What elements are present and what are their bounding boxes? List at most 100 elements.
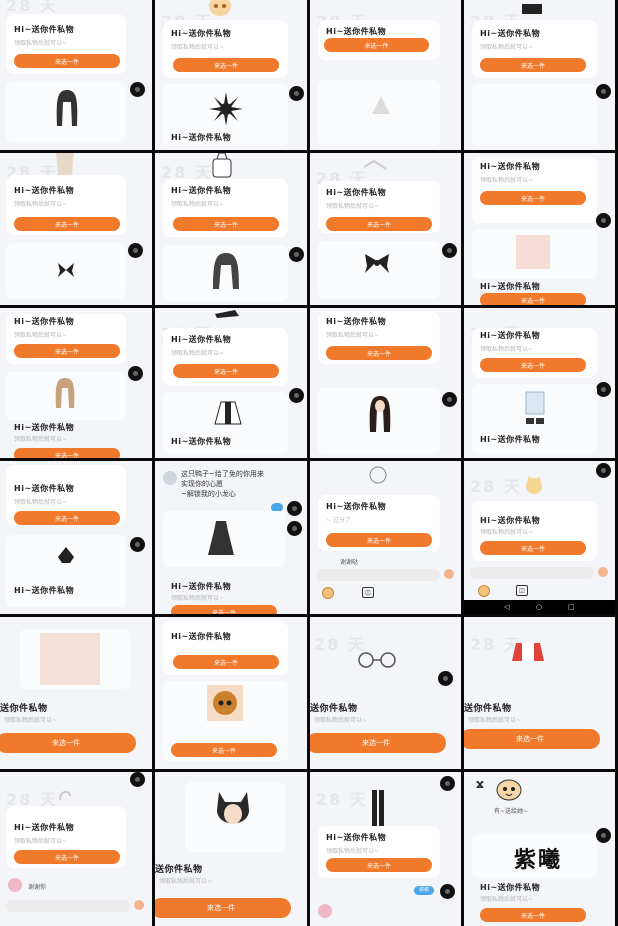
chat-input[interactable] bbox=[470, 567, 594, 579]
item-preview bbox=[472, 229, 597, 279]
home-icon[interactable]: ○ bbox=[536, 603, 542, 611]
tile-r4c1: Hi~送你件私物 来选一件 来选一件 bbox=[155, 617, 307, 769]
music-disc-icon[interactable] bbox=[596, 213, 611, 228]
send-icon[interactable] bbox=[598, 567, 608, 577]
item-preview: Hi~送你件私物 bbox=[472, 384, 597, 454]
item-preview bbox=[6, 372, 126, 420]
send-icon[interactable] bbox=[134, 900, 144, 910]
face-avatar-icon bbox=[207, 685, 243, 721]
choose-button[interactable]: 来选一件 bbox=[173, 58, 279, 72]
choose-button[interactable]: 来选一件 bbox=[173, 217, 279, 231]
choose-button[interactable]: 来选一件 bbox=[14, 511, 120, 525]
choose-button[interactable]: 来选一件 bbox=[480, 293, 586, 305]
butterfly-item-icon bbox=[58, 263, 74, 277]
music-disc-icon[interactable] bbox=[596, 828, 611, 843]
outfit-item-icon bbox=[525, 391, 545, 424]
choose-button[interactable]: 来选一件 bbox=[14, 217, 120, 231]
item-preview bbox=[163, 245, 288, 301]
item-preview bbox=[163, 511, 285, 567]
screenshot-collage: 28 天 Hi~送你件私物 领取私物后就可以~ 来选一件 28 天 Hi~送你件… bbox=[0, 0, 618, 926]
choose-button[interactable]: 来选一件 bbox=[14, 448, 120, 458]
card-subtitle: 领取私物后就可以~ bbox=[171, 595, 225, 602]
choose-button[interactable]: 来选一件 bbox=[480, 908, 586, 922]
music-disc-icon[interactable] bbox=[440, 776, 455, 791]
music-disc-icon[interactable] bbox=[130, 82, 145, 97]
card-subtitle: 领取私物后就可以~ bbox=[14, 40, 68, 47]
music-disc-icon[interactable] bbox=[130, 772, 145, 787]
tile-r2c0: 28 天 Hi~送你件私物 领取私物后就可以~ 来选一件 Hi~送你件私物 领取… bbox=[0, 308, 152, 458]
choose-button[interactable]: 来选一件 bbox=[324, 38, 429, 52]
card-subtitle: 领取私物后就可以~ bbox=[480, 896, 534, 903]
choose-button[interactable]: 来选一件 bbox=[171, 605, 277, 614]
item-preview bbox=[20, 629, 130, 689]
music-disc-icon[interactable] bbox=[289, 388, 304, 403]
android-nav-bar: ◁ ○ □ bbox=[464, 600, 615, 614]
recent-apps-icon[interactable]: □ bbox=[568, 603, 575, 611]
choose-button[interactable]: 来选一件 bbox=[0, 733, 136, 753]
back-icon[interactable]: ◁ bbox=[504, 603, 509, 611]
emoji-icon[interactable] bbox=[478, 585, 490, 597]
music-disc-icon[interactable] bbox=[438, 671, 453, 686]
choose-button[interactable]: 来选一件 bbox=[326, 217, 432, 231]
tile-r2c3: 28 天 Hi~送你件私物 领取私物后就可以~ 来选一件 Hi~送你件私物 bbox=[464, 308, 615, 458]
choose-button[interactable]: 来选一件 bbox=[464, 729, 600, 749]
choose-button[interactable]: 来选一件 bbox=[480, 358, 586, 372]
music-disc-icon[interactable] bbox=[440, 884, 455, 899]
music-disc-icon[interactable] bbox=[128, 366, 143, 381]
gift-card: Hi~送你件私物 领取私物后就可以~ 来选一件 bbox=[6, 14, 126, 74]
card-subtitle: 领取私物后就可以~ bbox=[480, 177, 534, 184]
gift-card: Hi~送你件私物 领取私物后就可以~ 来选一件 bbox=[163, 179, 288, 237]
tile-r4c3: 28 天 送你件私物 领取私物后就可以~ 来选一件 bbox=[464, 617, 615, 769]
choose-button[interactable]: 来选一件 bbox=[310, 733, 446, 753]
music-disc-icon[interactable] bbox=[289, 86, 304, 101]
choose-button[interactable]: 来选一件 bbox=[14, 344, 120, 358]
choose-button[interactable]: 来选一件 bbox=[326, 858, 432, 872]
music-disc-icon[interactable] bbox=[128, 243, 143, 258]
card-title: Hi~送你件私物 bbox=[326, 502, 387, 511]
card-subtitle: ~ 过分了 bbox=[326, 517, 351, 524]
image-icon[interactable]: ◫ bbox=[516, 585, 528, 596]
choose-button[interactable]: 来选一件 bbox=[480, 541, 586, 555]
item-preview bbox=[185, 782, 285, 852]
item-preview bbox=[472, 84, 597, 146]
message-line-1: 这只鸭子~给了免的你用来 bbox=[181, 470, 264, 478]
choose-button[interactable]: 来选一件 bbox=[326, 346, 432, 360]
choose-button[interactable]: 来选一件 bbox=[171, 743, 277, 757]
choose-button[interactable]: 来选一件 bbox=[14, 850, 120, 864]
gift-card: Hi~送你件私物 领取私物后就可以~ 来选一件 bbox=[318, 312, 440, 364]
gift-card: Hi~送你件私物 领取私物后就可以~ 来选一件 bbox=[6, 175, 126, 235]
music-disc-icon[interactable] bbox=[287, 501, 302, 516]
music-disc-icon[interactable] bbox=[130, 537, 145, 552]
music-disc-icon[interactable] bbox=[596, 463, 611, 478]
choose-button[interactable]: 来选一件 bbox=[173, 655, 279, 669]
tile-r3c1: 这只鸭子~给了免的你用来 实现你的心愿 ~解锁我的小龙心 Hi~送你件私物 领取… bbox=[155, 461, 307, 614]
music-disc-icon[interactable] bbox=[442, 243, 457, 258]
chat-input[interactable] bbox=[6, 900, 130, 912]
music-disc-icon[interactable] bbox=[287, 521, 302, 536]
card-title: 送你件私物 bbox=[464, 704, 512, 714]
hat-item-icon bbox=[58, 547, 74, 563]
choose-button[interactable]: 来选一件 bbox=[480, 58, 586, 72]
send-icon[interactable] bbox=[444, 569, 454, 579]
choose-button[interactable]: 来选一件 bbox=[155, 898, 291, 918]
chat-input[interactable] bbox=[316, 569, 440, 581]
gift-card: Hi~送你件私物 领取私物后就可以~ 来选一件 bbox=[318, 181, 440, 233]
music-disc-icon[interactable] bbox=[289, 247, 304, 262]
music-disc-icon[interactable] bbox=[596, 84, 611, 99]
music-disc-icon[interactable] bbox=[442, 392, 457, 407]
puppy-face-icon bbox=[496, 779, 522, 801]
choose-button[interactable]: 来选一件 bbox=[173, 364, 279, 378]
emoji-icon[interactable] bbox=[322, 587, 334, 599]
hair-item-icon bbox=[56, 153, 74, 175]
choose-button[interactable]: 来选一件 bbox=[480, 191, 586, 205]
accessory-item-icon bbox=[363, 159, 387, 170]
choose-button[interactable]: 来选一件 bbox=[326, 533, 432, 547]
tile-r0c2: 28 天 Hi~送你件私物 领取私物后就可以~ 来选一件 bbox=[310, 0, 461, 150]
choose-button[interactable]: 来选一件 bbox=[14, 54, 120, 68]
item-preview bbox=[318, 241, 440, 299]
music-disc-icon[interactable] bbox=[596, 382, 611, 397]
image-icon[interactable]: ◫ bbox=[362, 587, 374, 598]
tile-r1c1: 28 天 Hi~送你件私物 领取私物后就可以~ 来选一件 bbox=[155, 153, 307, 305]
card-title: Hi~送你件私物 bbox=[326, 317, 387, 326]
card-title: 送你件私物 bbox=[0, 704, 48, 714]
